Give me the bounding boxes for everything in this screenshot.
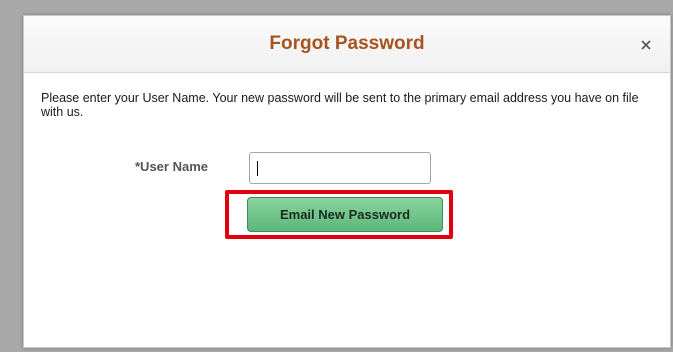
text-cursor (257, 161, 258, 176)
close-icon (641, 40, 651, 50)
close-button[interactable] (639, 38, 653, 52)
forgot-password-dialog: Forgot Password Please enter your User N… (23, 15, 671, 348)
email-new-password-button[interactable]: Email New Password (247, 197, 443, 232)
username-input[interactable] (249, 152, 431, 184)
dialog-header: Forgot Password (24, 16, 670, 73)
dialog-title: Forgot Password (269, 33, 425, 54)
instructions-text: Please enter your User Name. Your new pa… (41, 91, 639, 119)
username-label: *User Name (135, 159, 208, 174)
